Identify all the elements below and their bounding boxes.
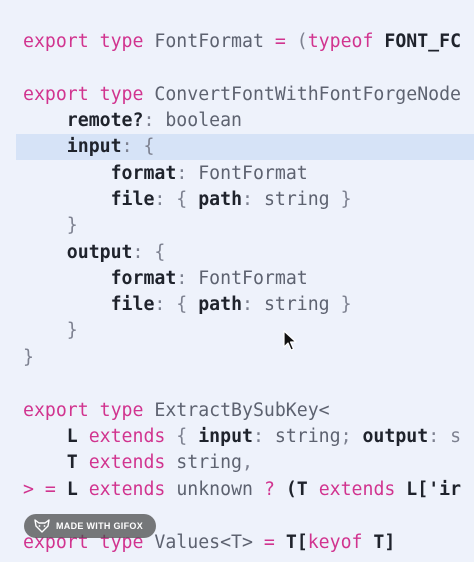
code-token: : { [121, 136, 155, 157]
code-token: } [329, 294, 352, 315]
code-line[interactable]: input: { [23, 134, 155, 160]
code-token: string [165, 452, 243, 473]
code-token: } [23, 347, 34, 368]
code-line[interactable]: output: { [23, 240, 166, 266]
code-token: format [23, 268, 177, 289]
mouse-pointer-icon [283, 330, 297, 351]
code-token: } [329, 189, 352, 210]
code-line[interactable]: format: FontFormat [23, 266, 308, 292]
code-token: export type [23, 400, 155, 421]
code-token: FONT_FC [373, 31, 462, 52]
code-token: boolean [165, 110, 243, 131]
code-token: Values<T> [154, 532, 253, 553]
code-token: ExtractBySubKey< [154, 400, 330, 421]
code-token: : [242, 189, 264, 210]
code-token: string [263, 294, 330, 315]
code-token: T[ [285, 532, 308, 553]
code-token: (T [285, 479, 319, 500]
code-token: : s [428, 426, 462, 447]
code-token: input [198, 426, 253, 447]
code-editor[interactable]: export type FontFormat = (typeof FONT_FC… [0, 0, 474, 562]
code-token: ? [263, 479, 286, 500]
fox-icon [34, 519, 50, 533]
code-token: string [274, 426, 341, 447]
code-token: { [165, 426, 199, 447]
code-token: output [23, 242, 133, 263]
code-token: unknown [165, 479, 264, 500]
code-token: ; [340, 426, 363, 447]
code-token: remote? [23, 110, 144, 131]
code-line[interactable]: file: { path: string } [23, 187, 352, 213]
badge-label: MADE WITH GIFOX [56, 521, 143, 531]
code-token: FontFormat [198, 268, 308, 289]
code-token: export type [23, 31, 155, 52]
code-token: } [23, 320, 78, 341]
code-token: output [362, 426, 429, 447]
code-token: file [23, 294, 155, 315]
code-token: extends [318, 479, 396, 500]
code-line[interactable]: export type ExtractBySubKey< [23, 398, 330, 424]
code-token: , [242, 452, 253, 473]
code-line[interactable]: L extends { input: string; output: s [23, 424, 461, 450]
code-token: : [252, 426, 275, 447]
code-token: : [176, 268, 199, 289]
code-token: extends [88, 452, 166, 473]
code-token: : { [132, 242, 166, 263]
code-token: = [252, 532, 286, 553]
code-token: L [23, 426, 89, 447]
code-token: : { [154, 189, 199, 210]
code-token: : [242, 294, 264, 315]
code-token: T] [362, 532, 396, 553]
code-line[interactable]: } [23, 345, 34, 371]
code-token: path [198, 294, 243, 315]
code-line[interactable]: > = L extends unknown ? (T extends L['ir [23, 477, 461, 503]
code-token: T [23, 452, 89, 473]
code-token: file [23, 189, 155, 210]
code-line[interactable]: file: { path: string } [23, 292, 352, 318]
code-token: keyof [307, 532, 363, 553]
code-token: > = [23, 479, 67, 500]
code-line[interactable]: remote?: boolean [23, 108, 242, 134]
code-line[interactable]: } [23, 213, 78, 239]
code-token: L [66, 479, 89, 500]
code-token: typeof [307, 31, 374, 52]
code-token: format [23, 163, 177, 184]
code-token: L['ir [395, 479, 462, 500]
code-line[interactable]: } [23, 318, 78, 344]
code-token: ( [296, 31, 308, 52]
code-token: export type [23, 84, 155, 105]
code-line[interactable]: export type FontFormat = (typeof FONT_FC [23, 29, 461, 55]
code-token: string [263, 189, 330, 210]
code-token: ConvertFontWithFontForgeNode [154, 84, 462, 105]
code-token: : [143, 110, 166, 131]
code-token: : { [154, 294, 199, 315]
code-token: : [176, 163, 199, 184]
code-token: path [198, 189, 243, 210]
code-token: = [263, 31, 297, 52]
code-token: FontFormat [198, 163, 308, 184]
code-line[interactable]: format: FontFormat [23, 161, 308, 187]
code-token: } [23, 215, 78, 236]
gifox-watermark-badge: MADE WITH GIFOX [24, 514, 156, 538]
code-line[interactable]: export type ConvertFontWithFontForgeNode [23, 82, 461, 108]
code-token: extends [88, 479, 166, 500]
code-token: FontFormat [154, 31, 264, 52]
code-token: input [23, 136, 122, 157]
code-token: extends [88, 426, 166, 447]
code-line[interactable]: T extends string, [23, 450, 253, 476]
